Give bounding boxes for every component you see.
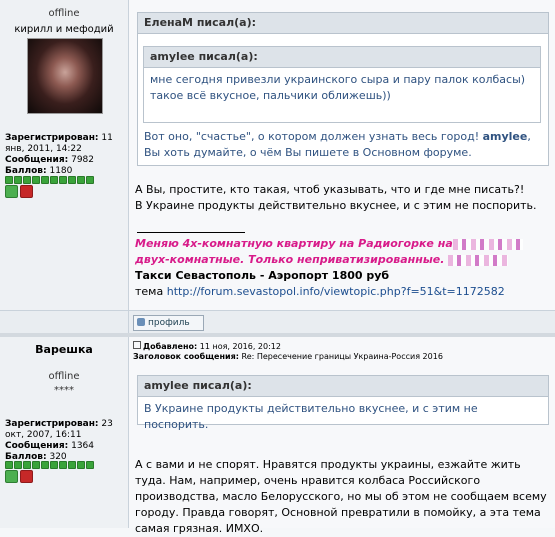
rating-dot: [5, 461, 13, 469]
rating-dot: [5, 176, 13, 184]
post-text-line: В Украине продукты действительно вкуснее…: [135, 199, 537, 212]
added-value: 11 ноя, 2016, 20:12: [199, 342, 281, 351]
post1-footer: профиль: [129, 310, 555, 333]
rating-dot: [86, 461, 94, 469]
signature-taxi-line: Такси Севастополь - Аэропорт 1800 руб: [135, 269, 390, 282]
user-status: offline: [48, 371, 80, 382]
post1-body: ЕленаМ писал(а): amylee писал(а): мне се…: [129, 0, 555, 310]
username[interactable]: кирилл и мефодий: [0, 24, 128, 35]
registered-label: Зарегистрирован:: [5, 419, 99, 429]
rating-dot: [14, 461, 22, 469]
rating-dot: [14, 176, 22, 184]
user-stats: Зарегистрирован: 11 янв, 2011, 14:22 Соо…: [5, 133, 125, 177]
rating-dot: [23, 176, 31, 184]
rating-bar: [5, 461, 95, 469]
points-label: Баллов:: [5, 166, 47, 176]
quote-text-part: Вот оно, "счастье", о котором должен узн…: [144, 130, 483, 143]
user-rank-stars: ****: [54, 385, 74, 396]
signature-topic-label: тема: [135, 285, 167, 298]
quote-block-inner: amylee писал(а): мне сегодня привезли ук…: [143, 46, 541, 123]
user-stats: Зарегистрирован: 23 окт, 2007, 16:11 Соо…: [5, 419, 125, 463]
username[interactable]: Варешка: [0, 343, 128, 356]
signature: Меняю 4х-комнатную квартиру на Радиогорк…: [135, 236, 545, 300]
rating-dot: [59, 461, 67, 469]
post-text: А с вами и не спорят. Нравятся продукты …: [135, 458, 547, 535]
quote-block: amylee писал(а): В Украине продукты дейс…: [137, 375, 549, 431]
post2-body: Добавлено: 11 ноя, 2016, 20:12 Заголовок…: [129, 337, 555, 535]
quote-block-outer: ЕленаМ писал(а): amylee писал(а): мне се…: [137, 12, 549, 166]
messages-label: Сообщения:: [5, 441, 69, 451]
post1-footer-left: [0, 310, 129, 333]
profile-icon: [137, 318, 145, 326]
quote-header: amylee писал(а):: [138, 376, 548, 397]
signature-ad-line: Меняю 4х-комнатную квартиру на Радиогорк…: [135, 237, 453, 250]
rating-dot: [41, 461, 49, 469]
profile-button-label: профиль: [148, 318, 190, 328]
post-text-line: А Вы, простите, кто такая, чтоб указыват…: [135, 183, 525, 196]
thumbs-down-icon[interactable]: [20, 185, 33, 198]
post1-author-panel: offline кирилл и мефодий Зарегистрирован…: [0, 0, 129, 310]
registered-label: Зарегистрирован:: [5, 133, 99, 143]
post2-author-panel: Варешка offline **** Зарегистрирован: 23…: [0, 337, 129, 528]
thumbs-up-icon[interactable]: [5, 470, 18, 483]
rating-dot: [32, 176, 40, 184]
user-icons: [5, 185, 35, 204]
redacted-text: [452, 238, 523, 250]
rating-bar: [5, 176, 95, 184]
avatar: [27, 38, 103, 114]
rating-dot: [50, 176, 58, 184]
quote-text: мне сегодня привезли украинского сыра и …: [150, 73, 526, 102]
profile-button[interactable]: профиль: [133, 315, 204, 331]
thumbs-up-icon[interactable]: [5, 185, 18, 198]
messages-label: Сообщения:: [5, 155, 69, 165]
subject-label: Заголовок сообщения:: [133, 352, 239, 361]
thumbs-down-icon[interactable]: [20, 470, 33, 483]
added-label: Добавлено:: [143, 342, 198, 351]
points-value: 1180: [49, 166, 73, 176]
quote-text: Вот оно, "счастье", о котором должен узн…: [144, 129, 544, 161]
rating-dot: [59, 176, 67, 184]
rating-dot: [41, 176, 49, 184]
forum-thread: offline кирилл и мефодий Зарегистрирован…: [0, 0, 555, 535]
signature-ad-line: двух-комнатные. Только неприватизированн…: [135, 253, 445, 266]
quoted-username: amylee: [482, 130, 528, 143]
messages-value: 7982: [71, 155, 94, 165]
quote-header: amylee писал(а):: [144, 47, 540, 68]
rating-dot: [86, 176, 94, 184]
post-meta: Добавлено: 11 ноя, 2016, 20:12 Заголовок…: [133, 341, 443, 362]
rating-dot: [68, 461, 76, 469]
rating-dot: [50, 461, 58, 469]
signature-topic-link[interactable]: http://forum.sevastopol.info/viewtopic.p…: [167, 285, 505, 298]
rating-dot: [68, 176, 76, 184]
quote-text: В Украине продукты действительно вкуснее…: [144, 402, 478, 431]
post-text: А Вы, простите, кто такая, чтоб указыват…: [135, 182, 545, 214]
rating-dot: [77, 461, 85, 469]
rating-dot: [32, 461, 40, 469]
user-icons: [5, 470, 35, 489]
subject-value: Re: Пересечение границы Украина-Россия 2…: [241, 352, 443, 361]
signature-divider: [137, 232, 245, 233]
rating-dot: [77, 176, 85, 184]
user-status: offline: [48, 8, 80, 19]
rating-dot: [23, 461, 31, 469]
post-icon[interactable]: [133, 341, 141, 349]
messages-value: 1364: [71, 441, 94, 451]
redacted-text: [447, 254, 508, 266]
quote-header: ЕленаМ писал(а):: [138, 13, 548, 34]
